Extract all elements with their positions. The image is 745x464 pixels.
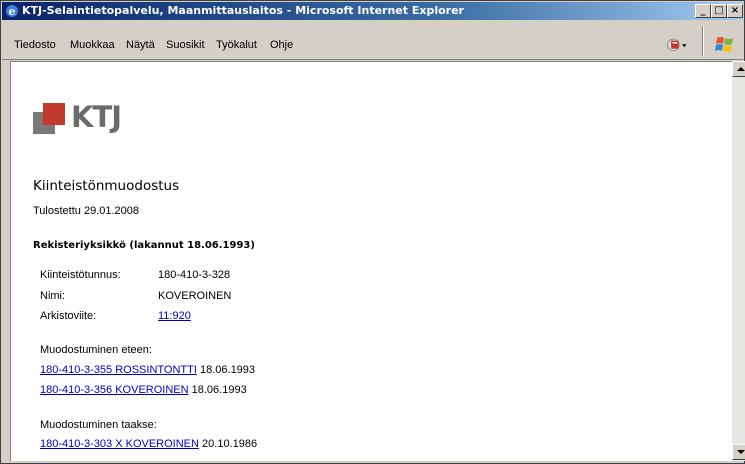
forward-date: 18.06.1993: [199, 364, 256, 376]
field-label-property-id: Kiinteistötunnus:: [40, 269, 121, 281]
forward-row: 180-410-3-355 ROSSINTONTTI 18.06.1993: [40, 364, 255, 376]
menu-tools[interactable]: Työkalut: [216, 39, 257, 51]
svg-text:e: e: [9, 5, 16, 18]
logo-text: KTJ: [71, 100, 122, 134]
vertical-scrollbar[interactable]: [732, 61, 745, 461]
maximize-button[interactable]: □: [711, 4, 727, 18]
backward-heading: Muodostuminen taakse:: [40, 419, 157, 431]
menu-help[interactable]: Ohje: [270, 39, 293, 51]
menu-edit[interactable]: Muokkaa: [70, 39, 115, 51]
menu-favorites[interactable]: Suosikit: [166, 39, 205, 51]
windows-flag-icon: [715, 37, 733, 52]
archive-ref-link[interactable]: 11:920: [158, 310, 191, 322]
page-title: Kiinteistönmuodostus: [33, 178, 180, 194]
toolbar-separator: [702, 26, 704, 56]
window-title: KTJ-Selaintietopalvelu, Maanmittauslaito…: [22, 4, 464, 17]
scroll-up-icon: [737, 67, 745, 71]
backward-date: 20.10.1986: [202, 438, 258, 450]
ie-icon: e: [6, 5, 18, 18]
backward-link[interactable]: 180-410-3-303 X KOVEROINEN: [40, 438, 199, 450]
pdf-translate-icon[interactable]: [666, 34, 688, 56]
field-value-property-id: 180-410-3-328: [158, 269, 231, 281]
menu-file[interactable]: Tiedosto: [14, 39, 56, 51]
minimize-button[interactable]: _: [695, 4, 711, 18]
logo-red-square: [43, 103, 65, 125]
backward-row: 180-410-3-303 X KOVEROINEN 20.10.1986: [40, 438, 257, 450]
unit-heading: Rekisteriyksikkö (lakannut 18.06.1993): [33, 240, 255, 251]
forward-link[interactable]: 180-410-3-355 ROSSINTONTTI: [40, 364, 197, 376]
field-value-name: KOVEROINEN: [158, 290, 232, 302]
menu-bar: Tiedosto Muokkaa Näytä Suosikit Työkalut…: [2, 22, 743, 60]
scroll-down-button[interactable]: [732, 444, 745, 460]
page-content: KTJ Kiinteistönmuodostus Tulostettu 29.0…: [10, 61, 732, 461]
field-label-archive-ref: Arkistoviite:: [40, 310, 97, 322]
printed-date: Tulostettu 29.01.2008: [33, 205, 140, 217]
forward-heading: Muodostuminen eteen:: [40, 344, 152, 356]
title-bar: e KTJ-Selaintietopalvelu, Maanmittauslai…: [2, 2, 743, 20]
ktj-logo: KTJ: [33, 100, 143, 142]
forward-date: 18.06.1993: [191, 384, 247, 396]
scroll-down-icon: [737, 450, 745, 454]
menu-view[interactable]: Näytä: [126, 39, 155, 51]
forward-link[interactable]: 180-410-3-356 KOVEROINEN: [40, 384, 189, 396]
forward-row: 180-410-3-356 KOVEROINEN 18.06.1993: [40, 384, 247, 396]
close-button[interactable]: ×: [727, 4, 743, 18]
scroll-up-button[interactable]: [732, 61, 745, 77]
field-label-name: Nimi:: [40, 290, 66, 302]
browser-window: e KTJ-Selaintietopalvelu, Maanmittauslai…: [0, 0, 745, 464]
